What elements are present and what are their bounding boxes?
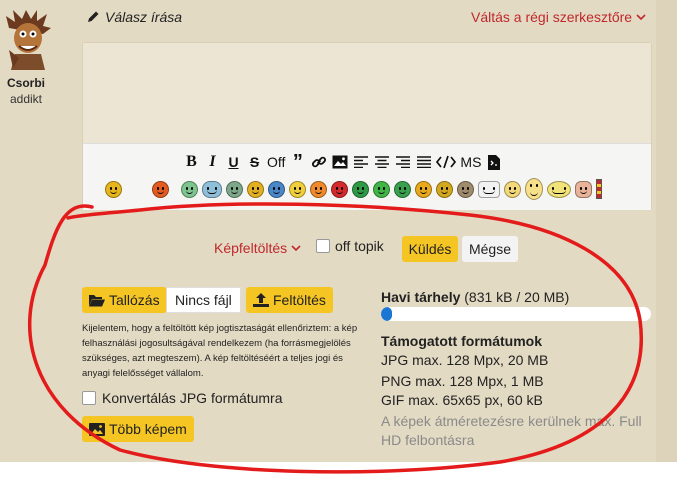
align-right-icon[interactable]	[394, 152, 411, 172]
quote-icon[interactable]: ”	[289, 151, 306, 173]
bar-smiley-icon[interactable]	[596, 179, 602, 199]
smiley-icon[interactable]	[457, 180, 474, 198]
image-upload-toggle[interactable]: Képfeltöltés	[214, 240, 301, 256]
user-rank: addikt	[9, 92, 43, 106]
upload-button[interactable]: Feltöltés	[246, 287, 333, 313]
smiley-icon[interactable]	[547, 180, 571, 198]
images-icon	[89, 422, 105, 436]
username[interactable]: Csorbi	[0, 76, 52, 90]
chevron-down-icon	[291, 244, 301, 251]
convert-option: Konvertálás JPG formátumra	[82, 390, 283, 406]
justify-icon[interactable]	[415, 152, 432, 172]
cancel-button[interactable]: Mégse	[462, 236, 518, 262]
upload-label: Feltöltés	[273, 292, 326, 308]
smiley-icon[interactable]	[575, 180, 592, 198]
convert-jpg-label[interactable]: Konvertálás JPG formátumra	[102, 390, 283, 406]
offtopic-label[interactable]: off topik	[335, 238, 384, 254]
reply-title-text: Válasz írása	[105, 9, 183, 25]
browse-label: Tallózás	[109, 292, 160, 308]
browse-button[interactable]: Tallózás	[82, 287, 167, 313]
align-center-icon[interactable]	[373, 152, 390, 172]
smiley-icon[interactable]	[226, 180, 243, 198]
upload-icon	[253, 293, 269, 307]
strikethrough-icon[interactable]: S	[246, 152, 263, 172]
offtopic-checkbox[interactable]	[316, 239, 330, 253]
formats-title: Támogatott formátumok	[381, 333, 542, 349]
smiley-icon[interactable]	[268, 180, 285, 198]
smiley-icon[interactable]	[478, 180, 500, 198]
align-left-icon[interactable]	[352, 152, 369, 172]
action-bar: Képfeltöltés off topik Küldés Mégse	[0, 236, 677, 262]
smiley-icon[interactable]	[436, 180, 453, 198]
chevron-down-icon	[636, 13, 646, 20]
underline-icon[interactable]: U	[225, 152, 242, 172]
smiley-icon[interactable]	[415, 180, 432, 198]
reply-editor: B I U S Off ” MS	[82, 42, 652, 210]
link-icon[interactable]	[310, 152, 327, 172]
code-icon[interactable]	[436, 152, 457, 172]
pencil-icon	[88, 11, 99, 22]
format-png: PNG max. 128 Mpx, 1 MB	[381, 373, 544, 389]
smiley-icon[interactable]	[352, 180, 369, 198]
image-icon[interactable]	[331, 152, 348, 172]
smiley-icon[interactable]	[373, 180, 390, 198]
storage-progress-fill	[381, 307, 392, 321]
convert-jpg-checkbox[interactable]	[82, 391, 96, 405]
smiley-icon[interactable]	[310, 180, 327, 198]
smiley-icon[interactable]	[152, 180, 169, 198]
reply-textarea[interactable]	[83, 43, 651, 143]
format-gif: GIF max. 65x65 px, 60 kB	[381, 392, 543, 408]
bottom-strip	[0, 462, 677, 477]
smiley-icon[interactable]	[525, 178, 543, 200]
user-avatar[interactable]	[5, 10, 51, 70]
reply-title: Válasz írása	[86, 9, 182, 25]
smiley-row	[105, 176, 602, 202]
smiley-icon[interactable]	[181, 180, 198, 198]
storage-progress-bar	[381, 307, 651, 321]
smiley-icon[interactable]	[202, 180, 222, 198]
smiley-icon[interactable]	[289, 180, 306, 198]
italic-icon[interactable]: I	[204, 152, 221, 172]
format-jpg: JPG max. 128 Mpx, 20 MB	[381, 352, 549, 368]
switch-editor-link[interactable]: Váltás a régi szerkesztőre	[471, 9, 646, 25]
smiley-icon[interactable]	[394, 180, 411, 198]
resize-note: A képek átméretezésre kerülnek max. Full…	[381, 413, 642, 448]
legal-notice: Kijelentem, hogy a feltöltött kép jogtis…	[82, 323, 358, 379]
smiley-icon[interactable]	[105, 180, 122, 198]
smiley-icon[interactable]	[331, 180, 348, 198]
ms-button[interactable]: MS	[460, 152, 481, 172]
more-images-label: Több képem	[109, 421, 187, 437]
send-button[interactable]: Küldés	[402, 236, 458, 262]
smiley-icon[interactable]	[504, 180, 521, 198]
right-edge-strip	[656, 0, 677, 462]
storage-usage: (831 kB / 20 MB)	[464, 289, 570, 305]
offtopic-option: off topik	[316, 238, 384, 254]
offtopic-format-button[interactable]: Off	[267, 152, 285, 172]
storage-title: Havi tárhely	[381, 289, 461, 305]
storage-heading: Havi tárhely (831 kB / 20 MB)	[381, 289, 569, 305]
spoiler-icon[interactable]	[485, 152, 502, 172]
folder-open-icon	[89, 294, 105, 306]
editor-toolbar: B I U S Off ” MS	[83, 143, 651, 210]
smiley-icon[interactable]	[247, 180, 264, 198]
image-upload-label: Képfeltöltés	[214, 240, 288, 256]
selected-file-display: Nincs fájl	[166, 287, 241, 313]
bold-icon[interactable]: B	[183, 152, 200, 172]
format-buttons: B I U S Off ” MS	[183, 151, 502, 173]
switch-editor-label: Váltás a régi szerkesztőre	[471, 9, 633, 25]
more-images-button[interactable]: Több képem	[82, 416, 194, 442]
